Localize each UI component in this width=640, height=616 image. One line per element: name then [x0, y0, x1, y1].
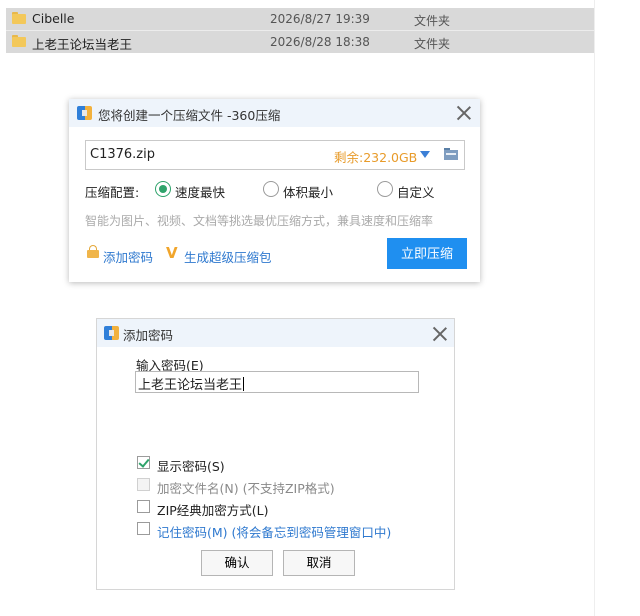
zip-classic-checkbox[interactable]: [137, 500, 150, 513]
vip-icon: V: [166, 244, 178, 262]
folder-icon: [12, 35, 26, 47]
super-pack-link[interactable]: 生成超级压缩包: [184, 247, 272, 266]
zip-classic-label[interactable]: ZIP经典加密方式(L): [157, 500, 269, 519]
free-space: 剩余:232.0GB: [334, 150, 418, 165]
file-row[interactable]: Cibelle 2026/8/27 19:39 文件夹: [6, 8, 594, 30]
radio-custom-label[interactable]: 自定义: [397, 182, 435, 201]
browse-folder-icon[interactable]: [444, 148, 458, 160]
password-dialog-title: 添加密码: [123, 328, 174, 343]
file-type: 文件夹: [414, 14, 451, 28]
compress-dialog-titlebar[interactable]: 您将创建一个压缩文件 -360压缩: [69, 99, 480, 127]
radio-smallest[interactable]: [263, 181, 279, 197]
password-dialog: 添加密码 输入密码(E) 上老王论坛当老王 显示密码(S) 加密文件名(N) (…: [96, 318, 455, 590]
file-name: 上老王论坛当老王: [32, 37, 133, 52]
output-path-field[interactable]: C1376.zip 剩余:232.0GB: [85, 140, 465, 170]
confirm-button[interactable]: 确认: [201, 550, 273, 576]
remember-password-label[interactable]: 记住密码(M) (将会备忘到密码管理窗口中): [157, 522, 391, 541]
remember-password-checkbox[interactable]: [137, 522, 150, 535]
radio-fastest-label[interactable]: 速度最快: [175, 182, 225, 201]
text-caret: [243, 377, 245, 391]
file-date: 2026/8/28 18:38: [270, 35, 370, 49]
radio-fastest[interactable]: [155, 181, 171, 197]
compress-dialog-title: 您将创建一个压缩文件 -360压缩: [98, 108, 281, 123]
folder-icon: [12, 12, 26, 24]
encrypt-filename-label: 加密文件名(N) (不支持ZIP格式): [157, 481, 335, 496]
config-label: 压缩配置:: [85, 185, 140, 200]
cancel-button[interactable]: 取消: [283, 550, 355, 576]
window-edge: [594, 0, 595, 616]
archive-app-icon: [77, 106, 92, 120]
file-row[interactable]: 上老王论坛当老王 2026/8/28 18:38 文件夹: [6, 30, 594, 53]
chevron-down-icon[interactable]: [420, 151, 430, 158]
show-password-checkbox[interactable]: [137, 456, 150, 469]
output-filename[interactable]: C1376.zip: [90, 147, 155, 162]
compress-hint: 智能为图片、视频、文档等挑选最优压缩方式，兼具速度和压缩率: [85, 214, 434, 228]
password-value: 上老王论坛当老王: [138, 378, 243, 393]
file-date: 2026/8/27 19:39: [270, 12, 370, 26]
password-input[interactable]: 上老王论坛当老王: [135, 371, 419, 393]
show-password-label[interactable]: 显示密码(S): [157, 456, 225, 475]
radio-smallest-label[interactable]: 体积最小: [283, 182, 333, 201]
add-password-link[interactable]: 添加密码: [103, 247, 153, 266]
compress-now-button[interactable]: 立即压缩: [387, 238, 467, 269]
radio-custom[interactable]: [377, 181, 393, 197]
close-icon[interactable]: [457, 106, 471, 120]
file-name: Cibelle: [32, 11, 75, 26]
lock-icon: [87, 245, 99, 258]
close-icon[interactable]: [433, 327, 447, 341]
file-type: 文件夹: [414, 37, 451, 51]
archive-app-icon: [104, 326, 119, 340]
file-list: Cibelle 2026/8/27 19:39 文件夹 上老王论坛当老王 202…: [6, 8, 594, 53]
encrypt-filename-checkbox: [137, 478, 150, 491]
compress-dialog: 您将创建一个压缩文件 -360压缩 C1376.zip 剩余:232.0GB 压…: [69, 99, 480, 282]
password-dialog-titlebar[interactable]: 添加密码: [97, 319, 454, 347]
